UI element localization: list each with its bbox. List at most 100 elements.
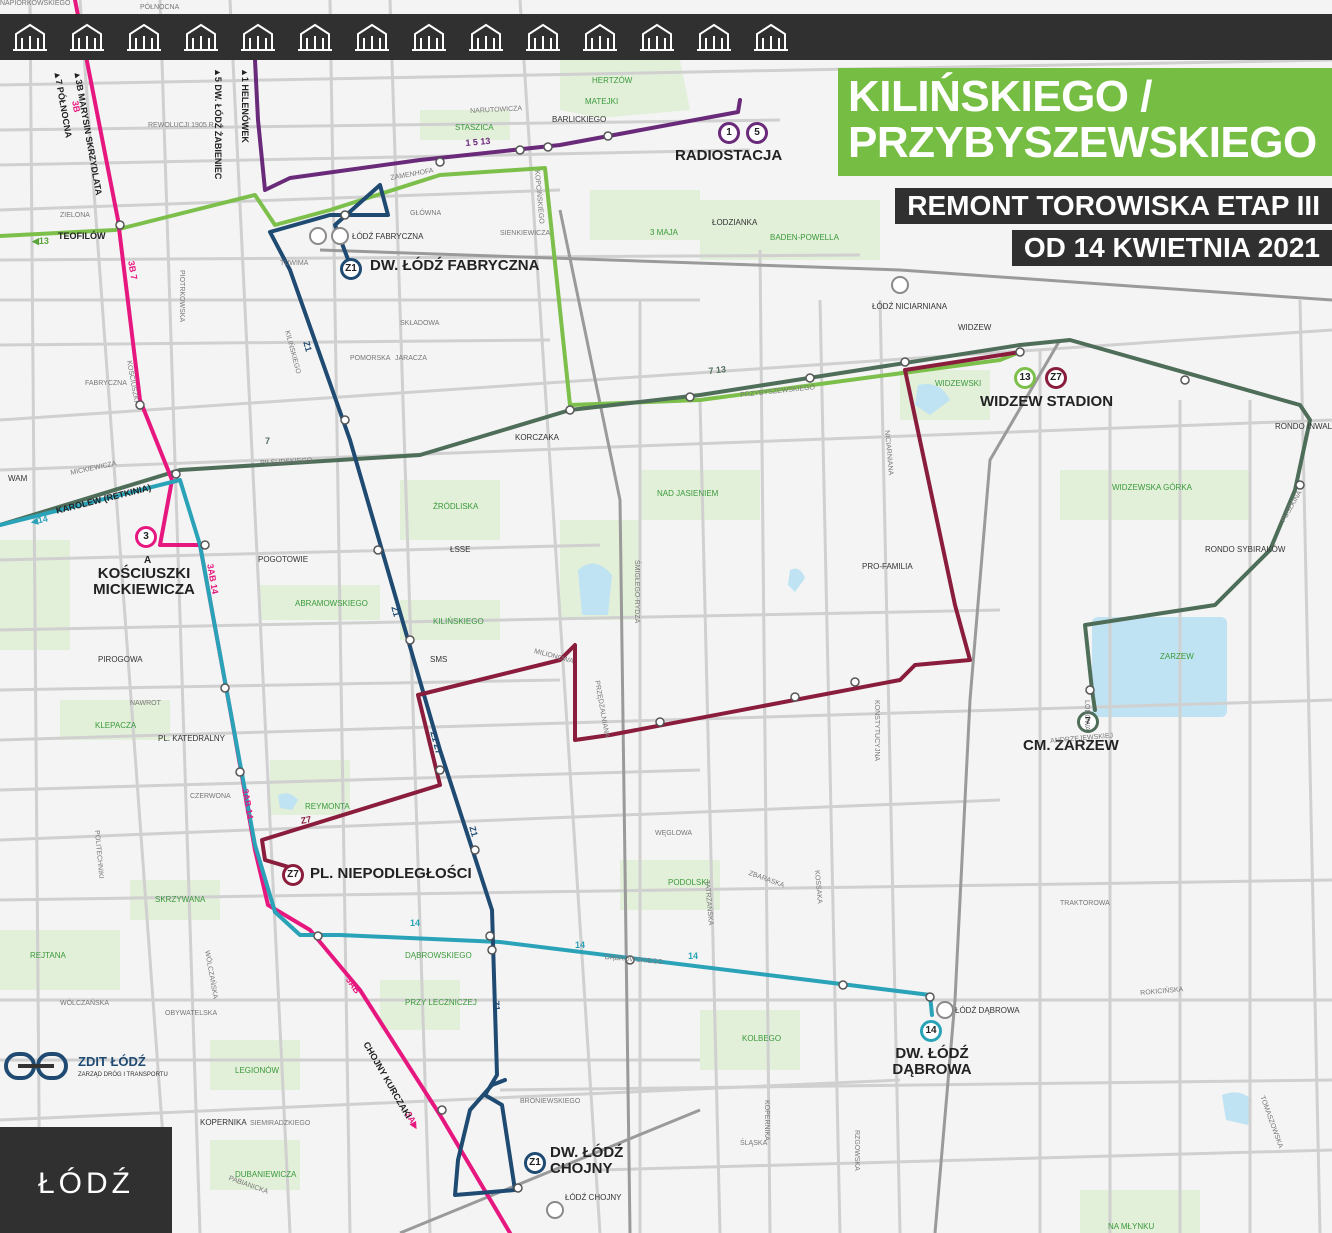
badge-line-5: 5 [746,122,768,144]
route-label-l7: 7 [265,436,271,446]
city-logo: ŁÓDŹ [38,1167,135,1200]
street-label: SKŁADOWA [400,320,440,327]
arena-icon [238,20,278,54]
place-label: ŁÓDŹ CHOJNY [565,1193,622,1202]
street-label: NAWROT [130,700,161,707]
badge-line-3: 3 [135,526,157,548]
place-label: ŹRÓDLISKA [433,502,479,511]
street-label: KONSTYTUCYJNA [873,700,880,762]
station-icon [10,20,50,54]
place-label: 3 MAJA [650,228,679,237]
title-line-2: PRZYBYSZEWSKIEGO [848,118,1317,167]
badge-line-z7-widzew: Z7 [1045,367,1067,389]
terminal-dabrowa-line1: DW. ŁÓDŹ [895,1045,969,1062]
street-label: SIENKIEWICZA [500,230,551,237]
zdit-subtitle: ZARZĄD DRÓG I TRANSPORTU [78,1072,168,1078]
place-label: REJTANA [30,951,66,960]
street-label: LODOWA [1083,700,1090,731]
title-line-1: KILIŃSKIEGO / [848,72,1152,121]
subtitle-date: OD 14 KWIETNIA 2021 [1011,230,1332,266]
place-label: RONDO INWALIDÓW [1275,422,1332,431]
badge-line-14: 14 [920,1020,942,1042]
route-label-l14c: 14 [688,951,699,961]
street-label: KOPERNIKA [763,1100,770,1141]
place-label: ŁODZIANKA [712,218,758,227]
place-label: ABRAMOWSKIEGO [295,599,368,608]
factory-icon [181,20,221,54]
place-label: BARLICKIEGO [552,115,607,124]
zdit-logo: ZDIT ŁÓDŹ ZARZĄD DRÓG I TRANSPORTU [4,1042,176,1102]
arches-icon [637,20,677,54]
zdit-chain-icon [4,1052,68,1080]
street-label: TUWIMA [280,260,309,267]
route-label-l13_zielona: ◀13 [32,236,49,246]
terminal-kosciuszki-mickiewicza: KOŚCIUSZKI MICKIEWICZA [88,566,200,598]
terminal-kosciuszki-line2: MICKIEWICZA [93,581,195,598]
route-14 [0,478,934,1017]
street-label: RZGOWSKA [853,1130,860,1171]
place-label: WIDZEWSKA GÓRKA [1112,483,1193,492]
zdit-name: ZDIT ŁÓDŹ [78,1054,146,1069]
street-label: ZIELONA [60,212,90,219]
terminal-radiostacja: RADIOSTACJA [675,147,783,164]
street-label: BRONIEWSKIEGO [520,1098,581,1105]
route-label-l14b: 14 [575,940,586,950]
terminal-dw-lodz-dabrowa: DW. ŁÓDŹ DĄBROWA [890,1046,974,1078]
street-label: WÓLCZAŃSKA [60,1000,110,1007]
place-label: LEGIONÓW [235,1066,280,1075]
landmark-bar [0,14,1332,60]
place-label: REYMONTA [305,802,350,811]
street-label: PIOTRKOWSKA [178,270,185,323]
place-label: STASZICA [455,123,494,132]
place-label: NA MŁYNKU [1108,1222,1155,1231]
route-label-l7_13: 7 13 [708,364,727,376]
place-label: SMS [430,655,448,664]
place-label: HERTZÓW [592,76,633,85]
terminal-chojny-line1: DW. ŁÓDŹ [550,1144,624,1161]
place-label: PIROGOWA [98,655,143,664]
street-label: JARACZA [395,355,427,362]
place-label: POGOTOWIE [258,555,309,564]
place-label: WIDZEWSKI [935,379,982,388]
street-label: PÓŁNOCNA [140,4,180,11]
place-label: PRO-FAMILIA [862,562,913,571]
place-label: RONDO SYBIRAKÓW [1205,545,1286,554]
route-map [0,0,1332,1233]
route-label-zabieniec: ▲5 DW. ŁÓDŹ ŻABIENIEC [213,68,223,180]
terminal-chojny-line2: CHOJNY [550,1160,613,1177]
leaf-icon [409,20,449,54]
palace-icon [295,20,335,54]
place-label: SKRZYWANA [155,895,206,904]
terminal-dabrowa-line2: DĄBROWA [892,1061,972,1078]
place-label: KILIŃSKIEGO [433,617,484,626]
chair-icon [523,20,563,54]
place-label: DUBANIEWICZA [235,1170,297,1179]
place-label: MATEJKI [585,97,619,106]
terminal-dw-lodz-chojny: DW. ŁÓDŹ CHOJNY [550,1145,623,1177]
place-label: ŁÓDŹ FABRYCZNA [352,232,424,241]
badge-line-z1-chojny: Z1 [524,1152,546,1174]
terminal-fabryczna: DW. ŁÓDŹ FABRYCZNA [370,257,540,274]
place-label: KORCZAKA [515,433,560,442]
street-label: FABRYCZNA [85,380,127,387]
route-label-helenowek: ▲1 HELENÓWEK [240,68,250,143]
place-label: BADEN-POWELLA [770,233,839,242]
route-label-teofilow: TEOFILÓW [58,231,106,241]
street-label: ŚMIGŁEGO-RYDZA [633,560,640,624]
route-label-l14a: 14 [410,918,421,928]
terminal-pl-niepodleglosci: PL. NIEPODLEGŁOŚCI [310,865,472,882]
place-label: WIDZEW [958,323,992,332]
title-block: KILIŃSKIEGO / PRZYBYSZEWSKIEGO [838,68,1332,176]
place-label: KOPERNIKA [200,1118,247,1127]
badge-line-13: 13 [1014,367,1036,389]
subtitle-works: REMONT TOROWISKA ETAP III [895,188,1332,224]
route-label-lz7: Z7 [300,814,313,826]
place-label: PRZY LECZNICZEJ [405,998,477,1007]
street-label: CZERWONA [190,793,231,800]
building-icon [352,20,392,54]
church-icon [466,20,506,54]
place-label: ZARZEW [1160,652,1194,661]
route-label-lz1d: Z1 [491,1000,502,1012]
street-label: SIEMIRADZKIEGO [250,1120,311,1127]
tower-icon [694,20,734,54]
